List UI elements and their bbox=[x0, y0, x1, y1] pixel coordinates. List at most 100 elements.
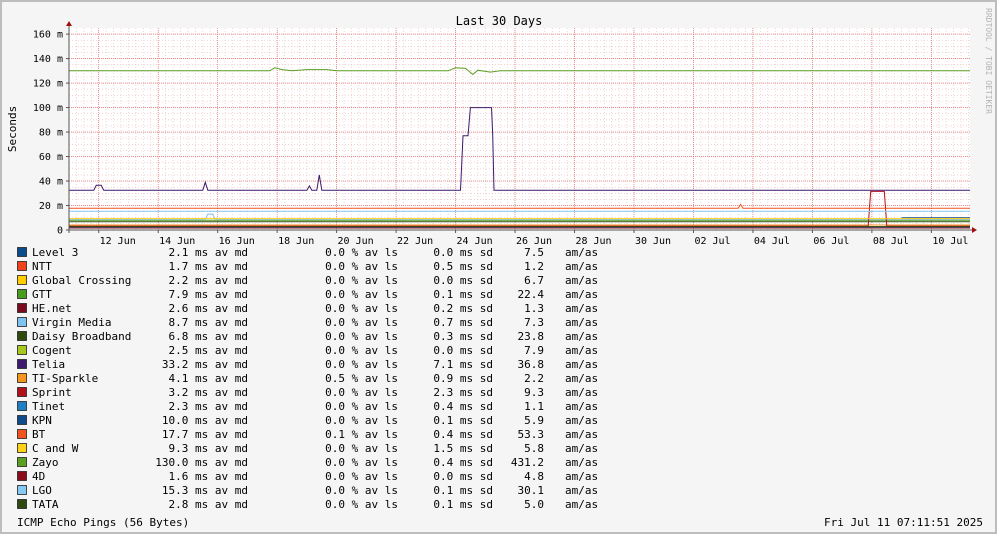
y-tick-labels: 0 20 m 40 m 60 m 80 m 100 m 120 m 140 m 160 m bbox=[33, 30, 63, 237]
y-axis-label: Seconds bbox=[6, 106, 19, 152]
legend-avg: 4.1 ms av md bbox=[169, 372, 248, 385]
x-tick-label: 22 Jun bbox=[397, 236, 433, 247]
legend-item: GTT 7.9 ms av md 0.0 % av ls 0.1 ms sd 22.4 a… bbox=[17, 288, 598, 301]
legend-ratio: 6.7 bbox=[524, 274, 544, 287]
legend-avg: 33.2 ms av md bbox=[162, 358, 248, 371]
legend-swatch bbox=[17, 457, 27, 467]
legend-ratio-unit: am/as bbox=[565, 428, 598, 441]
legend-sd: 0.5 ms sd bbox=[433, 260, 493, 273]
legend-ratio-unit: am/as bbox=[565, 288, 598, 301]
legend-swatch bbox=[17, 401, 27, 411]
legend-series-name: Virgin Media bbox=[32, 316, 111, 329]
y-tick-label: 20 m bbox=[39, 201, 63, 212]
legend-swatch bbox=[17, 261, 27, 271]
legend-item: Zayo 130.0 ms av md 0.0 % av ls 0.4 ms sd 43… bbox=[17, 456, 598, 469]
legend-sd: 0.4 ms sd bbox=[433, 456, 493, 469]
legend-loss: 0.0 % av ls bbox=[325, 288, 398, 301]
legend-loss: 0.0 % av ls bbox=[325, 260, 398, 273]
x-tick-label: 10 Jul bbox=[932, 236, 968, 247]
legend-ratio: 5.0 bbox=[524, 498, 544, 511]
legend-item: Virgin Media 8.7 ms av md 0.0 % av ls 0.7 m… bbox=[17, 316, 598, 329]
legend-swatch bbox=[17, 289, 27, 299]
legend-loss: 0.0 % av ls bbox=[325, 316, 398, 329]
legend-ratio: 53.3 bbox=[518, 428, 545, 441]
legend-ratio: 7.9 bbox=[524, 344, 544, 357]
legend-item: NTT 1.7 ms av md 0.0 % av ls 0.5 ms sd 1.2 am… bbox=[17, 260, 598, 273]
watermark: RRDTOOL / TOBI OETIKER bbox=[984, 8, 993, 114]
legend-avg: 15.3 ms av md bbox=[162, 484, 248, 497]
legend-avg: 1.6 ms av md bbox=[169, 470, 248, 483]
legend-item: TATA 2.8 ms av md 0.0 % av ls 0.1 ms sd 5.0 a… bbox=[17, 498, 598, 511]
legend-item: HE.net 2.6 ms av md 0.0 % av ls 0.2 ms sd 1.… bbox=[17, 302, 598, 315]
legend-series-name: C and W bbox=[32, 442, 79, 455]
y-tick-label: 0 bbox=[57, 226, 63, 237]
legend-sd: 0.1 ms sd bbox=[433, 414, 493, 427]
legend-sd: 0.0 ms sd bbox=[433, 344, 493, 357]
x-tick-label: 08 Jul bbox=[873, 236, 909, 247]
legend-sd: 0.2 ms sd bbox=[433, 302, 493, 315]
legend-ratio-unit: am/as bbox=[565, 456, 598, 469]
legend: Level 3 2.1 ms av md 0.0 % av ls 0.0 ms sd 7… bbox=[17, 246, 598, 511]
legend-ratio: 30.1 bbox=[518, 484, 545, 497]
y-tick-label: 40 m bbox=[39, 177, 63, 188]
legend-ratio-unit: am/as bbox=[565, 330, 598, 343]
legend-swatch bbox=[17, 345, 27, 355]
legend-loss: 0.0 % av ls bbox=[325, 330, 398, 343]
legend-ratio: 1.3 bbox=[524, 302, 544, 315]
legend-item: C and W 9.3 ms av md 0.0 % av ls 1.5 ms sd 5… bbox=[17, 442, 598, 455]
x-tick-label: 18 Jun bbox=[278, 236, 314, 247]
legend-ratio: 23.8 bbox=[518, 330, 545, 343]
legend-sd: 0.9 ms sd bbox=[433, 372, 493, 385]
legend-sd: 0.0 ms sd bbox=[433, 274, 493, 287]
legend-loss: 0.0 % av ls bbox=[325, 344, 398, 357]
x-tick-label: 06 Jul bbox=[813, 236, 849, 247]
legend-ratio-unit: am/as bbox=[565, 344, 598, 357]
legend-sd: 0.3 ms sd bbox=[433, 330, 493, 343]
legend-avg: 7.9 ms av md bbox=[169, 288, 248, 301]
legend-sd: 0.0 ms sd bbox=[433, 246, 493, 259]
legend-loss: 0.0 % av ls bbox=[325, 358, 398, 371]
legend-ratio-unit: am/as bbox=[565, 302, 598, 315]
legend-ratio: 1.2 bbox=[524, 260, 544, 273]
legend-ratio-unit: am/as bbox=[565, 316, 598, 329]
legend-item: KPN 10.0 ms av md 0.0 % av ls 0.1 ms sd 5.9 a… bbox=[17, 414, 598, 427]
legend-ratio: 9.3 bbox=[524, 386, 544, 399]
y-tick-label: 80 m bbox=[39, 128, 63, 139]
legend-loss: 0.0 % av ls bbox=[325, 414, 398, 427]
legend-series-name: 4D bbox=[32, 470, 45, 483]
legend-sd: 2.3 ms sd bbox=[433, 386, 493, 399]
legend-ratio-unit: am/as bbox=[565, 414, 598, 427]
legend-avg: 2.3 ms av md bbox=[169, 400, 248, 413]
legend-loss: 0.0 % av ls bbox=[325, 484, 398, 497]
legend-sd: 0.1 ms sd bbox=[433, 484, 493, 497]
legend-ratio-unit: am/as bbox=[565, 358, 598, 371]
legend-avg: 2.6 ms av md bbox=[169, 302, 248, 315]
legend-ratio: 2.2 bbox=[524, 372, 544, 385]
legend-item: TI-Sparkle 4.1 ms av md 0.5 % av ls 0.9 ms … bbox=[17, 372, 598, 385]
legend-item: Tinet 2.3 ms av md 0.0 % av ls 0.4 ms sd 1.1… bbox=[17, 400, 598, 413]
y-tick-label: 100 m bbox=[33, 103, 63, 114]
legend-avg: 2.2 ms av md bbox=[169, 274, 248, 287]
legend-sd: 0.1 ms sd bbox=[433, 498, 493, 511]
legend-ratio: 36.8 bbox=[518, 358, 545, 371]
legend-swatch bbox=[17, 303, 27, 313]
legend-loss: 0.1 % av ls bbox=[325, 428, 398, 441]
legend-loss: 0.0 % av ls bbox=[325, 442, 398, 455]
legend-loss: 0.0 % av ls bbox=[325, 274, 398, 287]
legend-ratio-unit: am/as bbox=[565, 386, 598, 399]
legend-loss: 0.0 % av ls bbox=[325, 456, 398, 469]
legend-ratio: 4.8 bbox=[524, 470, 544, 483]
legend-sd: 0.1 ms sd bbox=[433, 288, 493, 301]
x-tick-label: 02 Jul bbox=[694, 236, 730, 247]
footer-left: ICMP Echo Pings (56 Bytes) bbox=[17, 516, 189, 529]
legend-swatch bbox=[17, 443, 27, 453]
legend-ratio: 22.4 bbox=[518, 288, 545, 301]
y-tick-label: 60 m bbox=[39, 152, 63, 163]
legend-series-name: Cogent bbox=[32, 344, 72, 357]
legend-sd: 7.1 ms sd bbox=[433, 358, 493, 371]
legend-loss: 0.0 % av ls bbox=[325, 246, 398, 259]
legend-series-name: BT bbox=[32, 428, 46, 441]
legend-series-name: Sprint bbox=[32, 386, 72, 399]
latency-chart: Last 30 Days Seconds RRDTOOL / TOBI OETI… bbox=[6, 8, 993, 529]
legend-swatch bbox=[17, 485, 27, 495]
